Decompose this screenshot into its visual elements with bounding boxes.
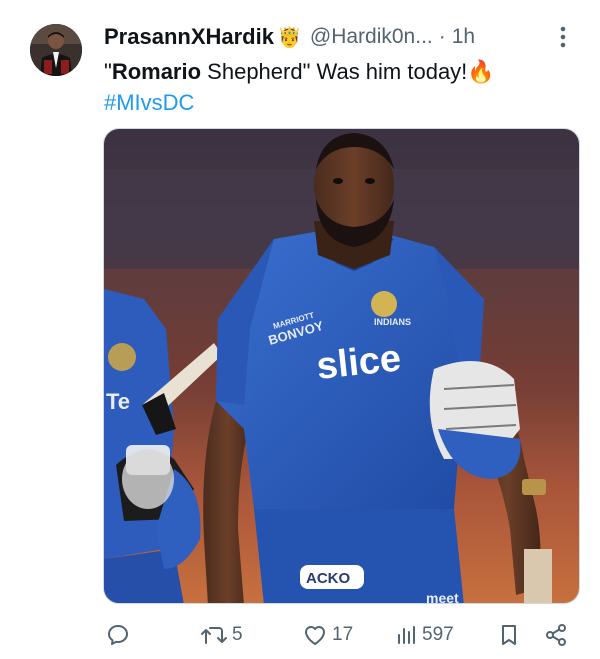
action-bar: 5 17 597 xyxy=(100,620,580,650)
crown-emoji-icon: 🤴 xyxy=(276,26,302,49)
tweet-card[interactable]: PrasannXHardik 🤴 @Hardik0n... · 1h "Roma… xyxy=(0,0,600,659)
separator-dot: · xyxy=(438,25,446,48)
bold-word: Romario xyxy=(111,59,202,84)
tweet-photo[interactable]: Te INDIANS MARRIOTT BONVOY slice ACKO me… xyxy=(103,128,580,604)
text-rest: Shepherd" Was him today! xyxy=(201,59,468,84)
views-icon xyxy=(398,626,415,644)
like-button[interactable]: 17 xyxy=(302,620,353,650)
bookmark-button[interactable] xyxy=(498,620,520,650)
bookmark-icon xyxy=(502,625,516,645)
hashtag-link[interactable]: #MIvsDC xyxy=(104,87,194,118)
shorts-sponsor: ACKO xyxy=(306,570,350,587)
cricket-player-photo: Te INDIANS MARRIOTT BONVOY slice ACKO me… xyxy=(104,129,579,604)
left-player-text: Te xyxy=(106,389,130,414)
reply-button[interactable] xyxy=(106,620,134,650)
jersey-sponsor: slice xyxy=(315,337,403,388)
avatar-image xyxy=(30,24,82,76)
reply-icon xyxy=(108,625,128,645)
retweet-count: 5 xyxy=(232,624,243,645)
tweet-header: PrasannXHardik 🤴 @Hardik0n... · 1h xyxy=(104,22,584,52)
like-count: 17 xyxy=(332,624,354,645)
fire-emoji-icon: 🔥 xyxy=(467,59,495,84)
share-icon xyxy=(546,624,566,646)
avatar[interactable] xyxy=(30,24,82,76)
quote-open: " xyxy=(104,59,112,84)
more-icon[interactable] xyxy=(560,26,566,48)
svg-text:INDIANS: INDIANS xyxy=(374,317,411,327)
views-button[interactable]: 597 xyxy=(396,620,454,650)
like-icon xyxy=(305,626,325,645)
tweet-text: "Romario Shepherd" Was him today!🔥 #MIvs… xyxy=(104,56,584,118)
timestamp[interactable]: 1h xyxy=(452,25,475,49)
user-handle[interactable]: @Hardik0n... xyxy=(310,25,433,49)
share-button[interactable] xyxy=(544,620,568,650)
retweet-icon xyxy=(201,627,227,644)
retweet-button[interactable]: 5 xyxy=(200,620,243,650)
bottom-text: meet xyxy=(426,590,459,604)
display-name[interactable]: PrasannXHardik xyxy=(104,24,274,50)
views-count: 597 xyxy=(422,624,454,645)
